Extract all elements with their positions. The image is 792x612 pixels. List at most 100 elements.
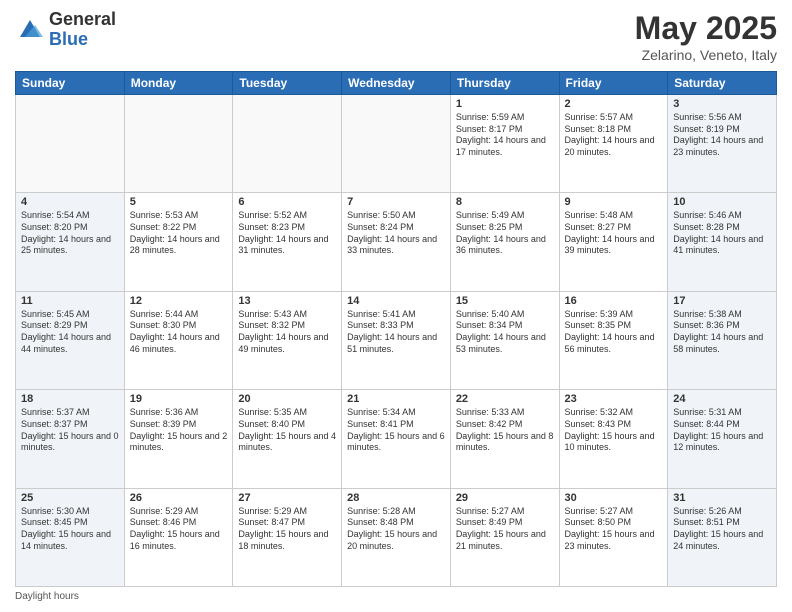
day-info: Sunrise: 5:36 AM Sunset: 8:39 PM Dayligh… (130, 407, 228, 454)
calendar-subtitle: Zelarino, Veneto, Italy (635, 47, 777, 63)
calendar-cell: 16Sunrise: 5:39 AM Sunset: 8:35 PM Dayli… (559, 291, 668, 389)
weekday-header-monday: Monday (124, 72, 233, 95)
weekday-header-tuesday: Tuesday (233, 72, 342, 95)
calendar-title: May 2025 (635, 10, 777, 47)
day-info: Sunrise: 5:59 AM Sunset: 8:17 PM Dayligh… (456, 112, 554, 159)
day-info: Sunrise: 5:48 AM Sunset: 8:27 PM Dayligh… (565, 210, 663, 257)
logo-blue-text: Blue (49, 30, 116, 50)
day-info: Sunrise: 5:37 AM Sunset: 8:37 PM Dayligh… (21, 407, 119, 454)
calendar-cell: 9 Sunrise: 5:48 AM Sunset: 8:27 PM Daylig… (559, 193, 668, 291)
footer: Daylight hours (15, 591, 777, 602)
week-row-1: 1 Sunrise: 5:59 AM Sunset: 8:17 PM Daylig… (16, 95, 777, 193)
day-number: 21 (347, 393, 445, 405)
calendar-cell: 8Sunrise: 5:49 AM Sunset: 8:25 PM Daylig… (450, 193, 559, 291)
calendar-cell: 7 Sunrise: 5:50 AM Sunset: 8:24 PM Daylig… (342, 193, 451, 291)
day-info: Sunrise: 5:39 AM Sunset: 8:35 PM Dayligh… (565, 309, 663, 356)
day-number: 29 (456, 492, 554, 504)
day-info: Sunrise: 5:41 AM Sunset: 8:33 PM Dayligh… (347, 309, 445, 356)
day-number: 20 (238, 393, 336, 405)
day-info: Sunrise: 5:56 AM Sunset: 8:19 PM Dayligh… (673, 112, 771, 159)
calendar-cell: 22Sunrise: 5:33 AM Sunset: 8:42 PM Dayli… (450, 390, 559, 488)
day-number: 1 (456, 98, 554, 110)
calendar-cell: 19 Sunrise: 5:36 AM Sunset: 8:39 PM Dayli… (124, 390, 233, 488)
calendar-cell: 5Sunrise: 5:53 AM Sunset: 8:22 PM Daylig… (124, 193, 233, 291)
weekday-header-thursday: Thursday (450, 72, 559, 95)
day-number: 27 (238, 492, 336, 504)
calendar-cell: 3 Sunrise: 5:56 AM Sunset: 8:19 PM Daylig… (668, 95, 777, 193)
day-info: Sunrise: 5:53 AM Sunset: 8:22 PM Dayligh… (130, 210, 228, 257)
calendar-cell: 4 Sunrise: 5:54 AM Sunset: 8:20 PM Daylig… (16, 193, 125, 291)
calendar-cell: 11 Sunrise: 5:45 AM Sunset: 8:29 PM Dayli… (16, 291, 125, 389)
header: General Blue May 2025 Zelarino, Veneto, … (15, 10, 777, 63)
day-info: Sunrise: 5:30 AM Sunset: 8:45 PM Dayligh… (21, 506, 119, 553)
day-info: Sunrise: 5:43 AM Sunset: 8:32 PM Dayligh… (238, 309, 336, 356)
calendar-cell: 20 Sunrise: 5:35 AM Sunset: 8:40 PM Dayli… (233, 390, 342, 488)
calendar-cell: 30 Sunrise: 5:27 AM Sunset: 8:50 PM Dayli… (559, 488, 668, 586)
day-info: Sunrise: 5:57 AM Sunset: 8:18 PM Dayligh… (565, 112, 663, 159)
day-info: Sunrise: 5:45 AM Sunset: 8:29 PM Dayligh… (21, 309, 119, 356)
day-number: 28 (347, 492, 445, 504)
calendar: SundayMondayTuesdayWednesdayThursdayFrid… (15, 71, 777, 587)
day-info: Sunrise: 5:46 AM Sunset: 8:28 PM Dayligh… (673, 210, 771, 257)
week-row-5: 25 Sunrise: 5:30 AM Sunset: 8:45 PM Dayli… (16, 488, 777, 586)
calendar-cell: 13Sunrise: 5:43 AM Sunset: 8:32 PM Dayli… (233, 291, 342, 389)
calendar-cell: 23 Sunrise: 5:32 AM Sunset: 8:43 PM Dayli… (559, 390, 668, 488)
calendar-cell: 6Sunrise: 5:52 AM Sunset: 8:23 PM Daylig… (233, 193, 342, 291)
calendar-cell: 15Sunrise: 5:40 AM Sunset: 8:34 PM Dayli… (450, 291, 559, 389)
day-number: 4 (21, 196, 119, 208)
day-info: Sunrise: 5:29 AM Sunset: 8:47 PM Dayligh… (238, 506, 336, 553)
day-info: Sunrise: 5:44 AM Sunset: 8:30 PM Dayligh… (130, 309, 228, 356)
day-info: Sunrise: 5:28 AM Sunset: 8:48 PM Dayligh… (347, 506, 445, 553)
calendar-cell: 10 Sunrise: 5:46 AM Sunset: 8:28 PM Dayli… (668, 193, 777, 291)
calendar-cell: 24Sunrise: 5:31 AM Sunset: 8:44 PM Dayli… (668, 390, 777, 488)
day-info: Sunrise: 5:27 AM Sunset: 8:50 PM Dayligh… (565, 506, 663, 553)
calendar-cell (342, 95, 451, 193)
calendar-cell: 31Sunrise: 5:26 AM Sunset: 8:51 PM Dayli… (668, 488, 777, 586)
day-number: 19 (130, 393, 228, 405)
weekday-header-row: SundayMondayTuesdayWednesdayThursdayFrid… (16, 72, 777, 95)
weekday-header-wednesday: Wednesday (342, 72, 451, 95)
day-number: 14 (347, 295, 445, 307)
weekday-header-friday: Friday (559, 72, 668, 95)
day-number: 31 (673, 492, 771, 504)
day-number: 22 (456, 393, 554, 405)
day-number: 25 (21, 492, 119, 504)
day-info: Sunrise: 5:52 AM Sunset: 8:23 PM Dayligh… (238, 210, 336, 257)
day-number: 11 (21, 295, 119, 307)
calendar-cell: 2 Sunrise: 5:57 AM Sunset: 8:18 PM Daylig… (559, 95, 668, 193)
calendar-cell: 28 Sunrise: 5:28 AM Sunset: 8:48 PM Dayli… (342, 488, 451, 586)
day-info: Sunrise: 5:31 AM Sunset: 8:44 PM Dayligh… (673, 407, 771, 454)
week-row-2: 4 Sunrise: 5:54 AM Sunset: 8:20 PM Daylig… (16, 193, 777, 291)
day-info: Sunrise: 5:38 AM Sunset: 8:36 PM Dayligh… (673, 309, 771, 356)
day-number: 7 (347, 196, 445, 208)
day-number: 30 (565, 492, 663, 504)
logo: General Blue (15, 10, 116, 50)
calendar-cell: 14 Sunrise: 5:41 AM Sunset: 8:33 PM Dayli… (342, 291, 451, 389)
calendar-cell (233, 95, 342, 193)
week-row-4: 18Sunrise: 5:37 AM Sunset: 8:37 PM Dayli… (16, 390, 777, 488)
calendar-cell (124, 95, 233, 193)
footer-text: Daylight hours (15, 591, 79, 602)
day-info: Sunrise: 5:35 AM Sunset: 8:40 PM Dayligh… (238, 407, 336, 454)
calendar-cell (16, 95, 125, 193)
day-number: 23 (565, 393, 663, 405)
calendar-cell: 17Sunrise: 5:38 AM Sunset: 8:36 PM Dayli… (668, 291, 777, 389)
day-info: Sunrise: 5:27 AM Sunset: 8:49 PM Dayligh… (456, 506, 554, 553)
day-info: Sunrise: 5:32 AM Sunset: 8:43 PM Dayligh… (565, 407, 663, 454)
day-number: 2 (565, 98, 663, 110)
day-info: Sunrise: 5:50 AM Sunset: 8:24 PM Dayligh… (347, 210, 445, 257)
day-number: 10 (673, 196, 771, 208)
logo-general-text: General (49, 10, 116, 30)
day-number: 15 (456, 295, 554, 307)
day-number: 3 (673, 98, 771, 110)
weekday-header-saturday: Saturday (668, 72, 777, 95)
week-row-3: 11 Sunrise: 5:45 AM Sunset: 8:29 PM Dayli… (16, 291, 777, 389)
calendar-cell: 27 Sunrise: 5:29 AM Sunset: 8:47 PM Dayli… (233, 488, 342, 586)
day-info: Sunrise: 5:54 AM Sunset: 8:20 PM Dayligh… (21, 210, 119, 257)
day-number: 9 (565, 196, 663, 208)
calendar-cell: 29 Sunrise: 5:27 AM Sunset: 8:49 PM Dayli… (450, 488, 559, 586)
day-info: Sunrise: 5:29 AM Sunset: 8:46 PM Dayligh… (130, 506, 228, 553)
calendar-cell: 18Sunrise: 5:37 AM Sunset: 8:37 PM Dayli… (16, 390, 125, 488)
calendar-cell: 1 Sunrise: 5:59 AM Sunset: 8:17 PM Daylig… (450, 95, 559, 193)
calendar-cell: 12Sunrise: 5:44 AM Sunset: 8:30 PM Dayli… (124, 291, 233, 389)
